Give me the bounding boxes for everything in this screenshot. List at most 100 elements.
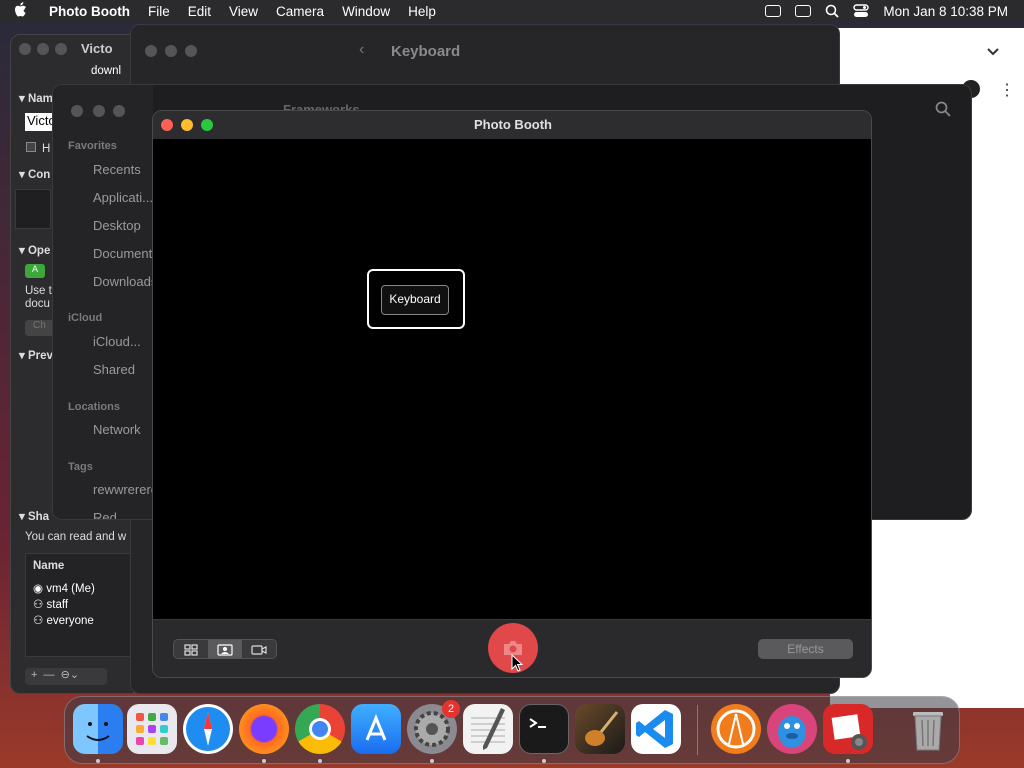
keyboard-input-icon[interactable] xyxy=(765,5,782,17)
finder-minimize-button[interactable] xyxy=(93,105,105,117)
finder-zoom-button[interactable] xyxy=(113,105,125,117)
sidebar-item-icloud-drive[interactable]: iCloud... xyxy=(93,334,141,349)
sidebar-item-tag[interactable]: rewwrerere xyxy=(93,482,158,497)
sidebar-item-applications[interactable]: Applicati... xyxy=(93,190,153,205)
running-indicator xyxy=(318,759,322,763)
guitar-icon[interactable] xyxy=(575,704,625,754)
info-hide-extension[interactable]: H xyxy=(26,142,50,155)
chevron-down-icon[interactable] xyxy=(986,44,1000,62)
info-title: Victo xyxy=(81,41,113,56)
menu-view[interactable]: View xyxy=(220,4,267,19)
menu-app-name[interactable]: Photo Booth xyxy=(40,4,139,19)
info-user-row[interactable]: ⚇ staff xyxy=(33,597,68,611)
back-chevron-icon[interactable]: ‹ xyxy=(359,41,364,59)
running-indicator xyxy=(846,759,850,763)
view-mode-segmented-control xyxy=(173,639,277,659)
sidebar-header-icloud: iCloud xyxy=(68,312,103,324)
cyberduck-icon[interactable] xyxy=(767,704,817,754)
keyboard-overlay-button[interactable]: Keyboard xyxy=(381,285,449,315)
dock-separator xyxy=(697,705,698,755)
edit-pencil-icon[interactable] xyxy=(984,655,998,674)
textedit-icon[interactable] xyxy=(463,704,513,754)
menu-extras: Mon Jan 8 10:38 PM xyxy=(765,0,1008,22)
info-user-row[interactable]: ⚇ everyone xyxy=(33,613,94,627)
chrome-menu-icon[interactable]: ⋮ xyxy=(999,80,1015,100)
info-name-column: Name xyxy=(33,560,65,572)
app-store-icon[interactable] xyxy=(351,704,401,754)
running-indicator xyxy=(430,759,434,763)
sidebar-header-locations: Locations xyxy=(68,401,120,413)
info-use-text-1: Use t xyxy=(25,285,52,297)
info-user-row[interactable]: ◉ vm4 (Me) xyxy=(33,581,95,595)
sidebar-item-tag[interactable]: Red xyxy=(93,510,117,519)
effects-button[interactable]: Effects xyxy=(758,639,853,659)
apple-icon[interactable] xyxy=(0,1,40,21)
info-use-text-2: docu xyxy=(25,298,50,310)
dock: 2 xyxy=(64,696,960,764)
finder-icon[interactable] xyxy=(73,704,123,754)
pb-zoom-button[interactable] xyxy=(201,119,213,131)
settings-close-button[interactable] xyxy=(145,45,157,57)
grid-icon[interactable] xyxy=(174,640,208,658)
info-minimize-button[interactable] xyxy=(37,43,49,55)
menu-camera[interactable]: Camera xyxy=(267,4,333,19)
close-icon[interactable]: ✕ xyxy=(993,124,1006,144)
sidebar-item-recents[interactable]: Recents xyxy=(93,162,141,177)
control-center-icon[interactable] xyxy=(853,4,870,18)
sidebar-header-favorites: Favorites xyxy=(68,140,117,152)
info-close-button[interactable] xyxy=(19,43,31,55)
running-indicator xyxy=(96,759,100,763)
menu-window[interactable]: Window xyxy=(333,4,399,19)
pb-close-button[interactable] xyxy=(161,119,173,131)
sidebar-header-tags: Tags xyxy=(68,461,93,473)
menu-file[interactable]: File xyxy=(139,4,179,19)
apps-grid-icon[interactable] xyxy=(980,178,1000,201)
sidebar-item-documents[interactable]: Documents xyxy=(93,246,159,261)
terminal-icon[interactable] xyxy=(519,704,569,754)
running-indicator xyxy=(542,759,546,763)
pb-minimize-button[interactable] xyxy=(181,119,193,131)
search-icon[interactable] xyxy=(935,101,951,122)
menu-bar: Photo Booth File Edit View Camera Window… xyxy=(0,0,1024,22)
vscode-icon[interactable] xyxy=(631,704,681,754)
sidebar-item-network[interactable]: Network xyxy=(93,422,141,437)
info-open-with-app-icon[interactable]: A xyxy=(25,264,45,278)
firefox-icon[interactable] xyxy=(239,704,289,754)
info-zoom-button[interactable] xyxy=(55,43,67,55)
running-indicator xyxy=(262,759,266,763)
info-comments-field[interactable] xyxy=(15,189,51,229)
safari-icon[interactable] xyxy=(183,704,233,754)
settings-page-title: Keyboard xyxy=(391,43,461,60)
menu-clock[interactable]: Mon Jan 8 10:38 PM xyxy=(883,4,1008,19)
info-change-all-button[interactable]: Ch xyxy=(25,320,55,336)
finder-close-button[interactable] xyxy=(71,105,83,117)
sidebar-item-desktop[interactable]: Desktop xyxy=(93,218,141,233)
screen-mirroring-icon[interactable] xyxy=(795,5,812,17)
menu-help[interactable]: Help xyxy=(399,4,445,19)
anaconda-icon[interactable] xyxy=(711,704,761,754)
menu-edit[interactable]: Edit xyxy=(179,4,220,19)
info-section-sharing[interactable]: ▾ Sha xyxy=(19,509,49,523)
trash-icon[interactable] xyxy=(903,704,953,754)
camera-preview xyxy=(153,139,871,619)
info-sharing-text: You can read and w xyxy=(25,531,127,543)
chrome-icon[interactable] xyxy=(295,704,345,754)
sidebar-item-shared[interactable]: Shared xyxy=(93,362,135,377)
sidebar-item-downloads[interactable]: Downloads xyxy=(93,274,157,289)
settings-minimize-button[interactable] xyxy=(165,45,177,57)
info-section-open-with[interactable]: ▾ Ope xyxy=(19,243,50,257)
notification-badge: 2 xyxy=(442,700,460,718)
info-permissions-controls[interactable]: + — ⊖⌄ xyxy=(25,668,107,685)
photo-booth-icon[interactable] xyxy=(823,704,873,754)
info-section-name[interactable]: ▾ Nam xyxy=(19,91,53,105)
info-section-comments[interactable]: ▾ Con xyxy=(19,167,50,181)
photo-booth-window: Photo Booth Keyboard Effects xyxy=(152,110,872,678)
photo-mode-icon[interactable] xyxy=(208,640,242,658)
mouse-cursor-icon xyxy=(511,653,524,677)
launchpad-icon[interactable] xyxy=(127,704,177,754)
info-subtitle: downl xyxy=(91,65,122,77)
settings-zoom-button[interactable] xyxy=(185,45,197,57)
spotlight-search-icon[interactable] xyxy=(825,4,840,18)
info-section-preview[interactable]: ▾ Prev xyxy=(19,348,53,362)
video-icon[interactable] xyxy=(242,640,276,658)
